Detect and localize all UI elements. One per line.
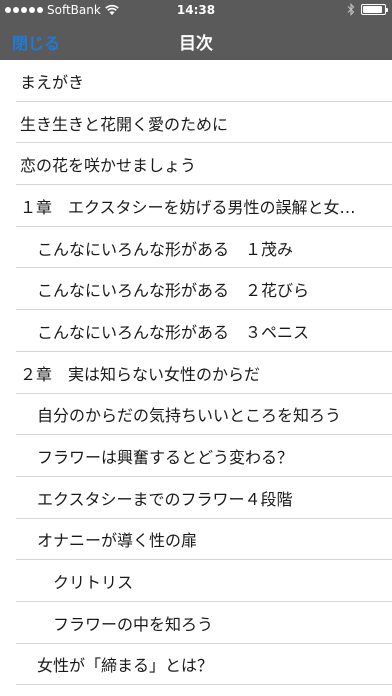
toc-item[interactable]: 自分のからだの気持ちいいところを知ろう: [0, 394, 392, 436]
navigation-bar: 閉じる 目次: [0, 20, 392, 60]
toc-item[interactable]: 生き生きと花開く愛のために: [0, 102, 392, 144]
toc-item-label: こんなにいろんな形がある ２花びら: [37, 281, 310, 301]
toc-item-label: １章 エクスタシーを妨げる男性の誤解と女…: [20, 197, 356, 217]
toc-item-label: エクスタシーまでのフラワー４段階: [37, 489, 293, 509]
toc-item-label: ２章 実は知らない女性のからだ: [20, 364, 261, 384]
toc-item[interactable]: まえがき: [0, 60, 392, 102]
battery-level: [363, 6, 382, 13]
table-of-contents-list: まえがき生き生きと花開く愛のために 恋の花を咲かせましょう １章 エクスタシーを妨げ…: [0, 60, 392, 696]
toc-item-label: クリトリス: [53, 573, 134, 593]
toc-item[interactable]: クリトリス: [0, 560, 392, 602]
status-right: [347, 3, 388, 16]
battery-icon: [361, 4, 388, 15]
toc-item[interactable]: フラワーの中を知ろう: [0, 602, 392, 644]
toc-item-label: こんなにいろんな形がある １茂み: [37, 239, 294, 259]
bluetooth-icon: [347, 3, 355, 16]
top-bar: SoftBank 14:38 閉じる 目次: [0, 0, 392, 60]
toc-item[interactable]: 女性が「締まる」とは？: [0, 644, 392, 686]
toc-item-label: オナニーが導く性の扉: [37, 531, 198, 551]
toc-item[interactable]: エクスタシーまでのフラワー４段階: [0, 477, 392, 519]
toc-item[interactable]: フラワーは興奮するとどう変わる？: [0, 435, 392, 477]
status-bar: SoftBank 14:38: [0, 0, 392, 20]
toc-item[interactable]: こんなにいろんな形がある ３ペニス: [0, 310, 392, 352]
toc-item-label: 自分のからだの気持ちいいところを知ろう: [37, 406, 342, 426]
toc-item[interactable]: こんなにいろんな形がある ２花びら: [0, 268, 392, 310]
toc-item[interactable]: １章 エクスタシーを妨げる男性の誤解と女…: [0, 185, 392, 227]
toc-item[interactable]: ２章 実は知らない女性のからだ: [0, 352, 392, 394]
status-time: 14:38: [176, 3, 216, 17]
toc-item-label: 女性が「締まる」とは？: [37, 656, 214, 676]
toc-item-label: 恋の花を咲かせましょう: [20, 156, 197, 176]
toc-item[interactable]: 恋の花を咲かせましょう: [0, 143, 392, 185]
toc-item-label: まえがき: [20, 72, 85, 92]
toc-item-label: フラワーは興奮するとどう変わる？: [37, 448, 294, 468]
toc-item[interactable]: オナニーが導く性の扉: [0, 519, 392, 561]
toc-item-label: 生き生きと花開く愛のために: [20, 114, 229, 134]
toc-item-label: こんなにいろんな形がある ３ペニス: [37, 322, 310, 342]
page-title: 目次: [179, 34, 213, 54]
toc-item[interactable]: こんなにいろんな形がある １茂み: [0, 227, 392, 269]
toc-item-label: フラワーの中を知ろう: [53, 614, 214, 634]
